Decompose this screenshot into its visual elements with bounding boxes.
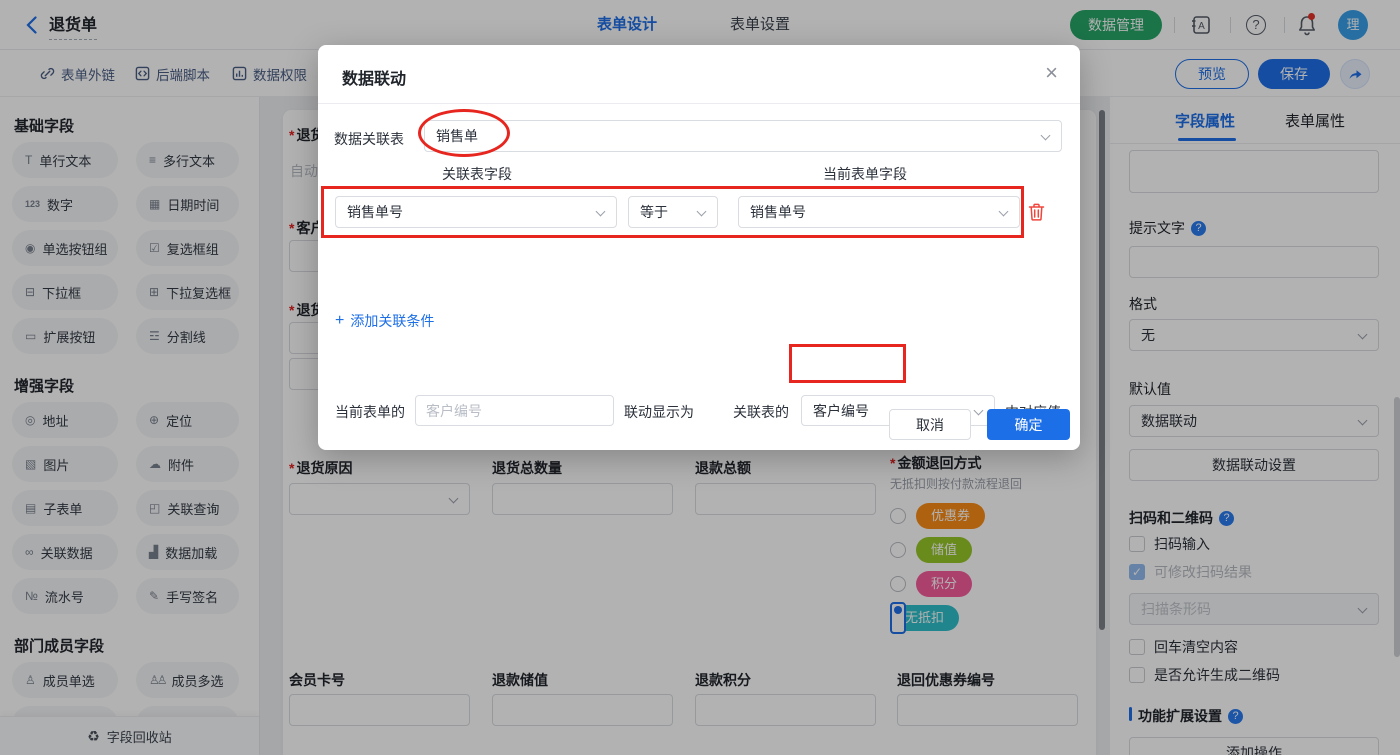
modal-title: 数据联动 bbox=[342, 65, 406, 89]
current-field-header: 当前表单字段 bbox=[823, 164, 907, 184]
operator-select[interactable]: 等于 bbox=[628, 196, 718, 228]
delete-condition-trash-icon[interactable] bbox=[1028, 203, 1045, 226]
related-field-header: 关联表字段 bbox=[442, 164, 512, 184]
chevron-down-icon bbox=[974, 406, 984, 416]
data-linkage-modal: 数据联动 × 数据关联表 销售单 关联表字段 当前表单字段 销售单号 等于 销售… bbox=[318, 45, 1080, 450]
app-root: 退货单 表单设计 表单设置 数据管理 A ? 理 表单外链 后端脚本 数据权限 bbox=[0, 0, 1400, 755]
linkage-display-label: 联动显示为 bbox=[624, 402, 694, 422]
chevron-down-icon bbox=[697, 207, 707, 217]
display-field-input[interactable] bbox=[415, 395, 614, 426]
related-field-select[interactable]: 销售单号 bbox=[335, 196, 617, 228]
add-condition-link[interactable]: + 添加关联条件 bbox=[335, 311, 434, 331]
chevron-down-icon bbox=[596, 207, 606, 217]
confirm-button[interactable]: 确定 bbox=[987, 409, 1070, 440]
current-field-select[interactable]: 销售单号 bbox=[738, 196, 1020, 228]
current-form-prefix-label: 当前表单的 bbox=[335, 402, 405, 422]
chevron-down-icon bbox=[1041, 131, 1051, 141]
cancel-button[interactable]: 取消 bbox=[889, 409, 971, 440]
divider bbox=[318, 103, 1080, 104]
linked-table-label: 数据关联表 bbox=[334, 129, 404, 149]
plus-icon: + bbox=[335, 312, 344, 330]
close-icon[interactable]: × bbox=[1045, 61, 1058, 85]
chevron-down-icon bbox=[999, 207, 1009, 217]
related-table-prefix-label: 关联表的 bbox=[733, 402, 789, 422]
linked-table-select[interactable]: 销售单 bbox=[424, 120, 1062, 152]
